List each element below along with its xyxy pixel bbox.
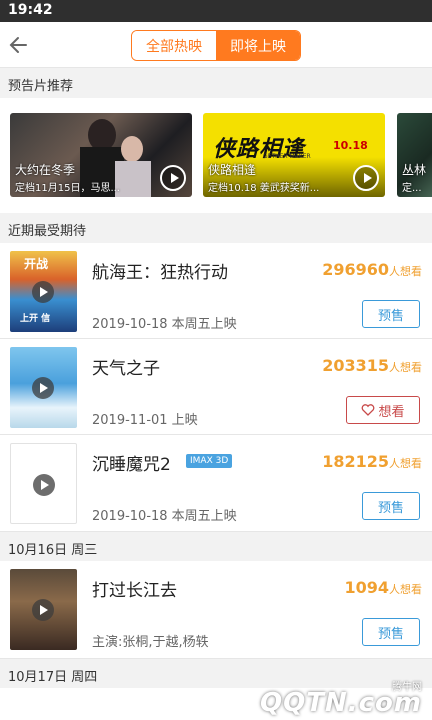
- watermark-logo: QQTN.com: [260, 688, 422, 718]
- presale-button[interactable]: 预售: [362, 492, 420, 520]
- want-count: 296960人想看: [322, 260, 422, 279]
- play-icon[interactable]: [353, 165, 379, 191]
- back-arrow-icon[interactable]: [6, 31, 34, 59]
- trailer-title: 大约在冬季: [15, 163, 76, 177]
- presale-button[interactable]: 预售: [362, 618, 420, 646]
- play-icon[interactable]: [160, 165, 186, 191]
- date-group-header: 10月16日 周三: [0, 533, 432, 561]
- movie-row[interactable]: 打过长江去 1094人想看 主演:张桐,于越,杨轶 预售: [0, 561, 432, 659]
- tab-now-showing[interactable]: 全部热映: [132, 31, 216, 60]
- watermark: 腾牛网 QQTN.com: [234, 678, 424, 718]
- want-to-see-label: 想看: [378, 404, 405, 420]
- section-title-trailers: 预告片推荐: [0, 68, 432, 98]
- movie-cast: 主演:张桐,于越,杨轶: [92, 635, 209, 650]
- play-icon[interactable]: [32, 377, 54, 399]
- trailer-card[interactable]: 侠路相逢 10.18 GETHER MAKER 侠路相逢 定档10.18 姜武获…: [203, 113, 385, 197]
- movie-title: 天气之子: [92, 359, 160, 379]
- trailer-card[interactable]: 大约在冬季 定档11月15日，马思...: [10, 113, 192, 197]
- poster-text: 开战: [24, 257, 49, 271]
- top-header: 全部热映 即将上映: [0, 22, 432, 68]
- want-count: 182125人想看: [322, 452, 422, 471]
- play-icon[interactable]: [33, 474, 55, 496]
- presale-button[interactable]: 预售: [362, 300, 420, 328]
- movie-tab-switch: 全部热映 即将上映: [131, 30, 301, 61]
- trailer-card[interactable]: 丛林 定...: [397, 113, 432, 197]
- trailer-subtitle: 定档10.18 姜武获奖新...: [208, 183, 320, 194]
- movie-title: 航海王：狂热行动: [92, 263, 228, 283]
- trailer-subtitle: 定档11月15日，马思...: [15, 183, 120, 194]
- movie-poster[interactable]: [10, 347, 77, 428]
- release-date: 2019-10-18 本周五上映: [92, 317, 237, 332]
- status-bar: 19:42: [0, 0, 432, 22]
- want-to-see-button[interactable]: 想看: [346, 396, 420, 424]
- play-icon[interactable]: [32, 281, 54, 303]
- movie-row[interactable]: 开战 上开 信 航海王：狂热行动 296960人想看 2019-10-18 本周…: [0, 243, 432, 339]
- tab-coming-soon[interactable]: 即将上映: [216, 31, 300, 60]
- want-count: 1094人想看: [344, 578, 422, 597]
- release-date: 2019-10-18 本周五上映: [92, 509, 237, 524]
- movie-title: 沉睡魔咒2: [92, 455, 171, 475]
- trailer-title: 丛林: [402, 163, 427, 177]
- poster-text: 上开 信: [20, 314, 51, 324]
- trailer-carousel[interactable]: 大约在冬季 定档11月15日，马思... 侠路相逢 10.18 GETHER M…: [0, 98, 432, 213]
- movie-row[interactable]: 沉睡魔咒2 IMAX 3D 182125人想看 2019-10-18 本周五上映…: [0, 435, 432, 532]
- trailer-title: 侠路相逢: [208, 163, 257, 177]
- movie-poster[interactable]: [10, 569, 77, 650]
- trailer-subtitle: 定...: [402, 183, 422, 194]
- section-title-anticipated: 近期最受期待: [0, 213, 432, 243]
- play-icon[interactable]: [32, 599, 54, 621]
- movie-title: 打过长江去: [92, 581, 177, 601]
- movie-row[interactable]: 天气之子 203315人想看 2019-11-01 上映 想看: [0, 339, 432, 435]
- movie-poster[interactable]: [10, 443, 77, 524]
- release-date: 2019-11-01 上映: [92, 413, 198, 428]
- trailer-poster-date: 10.18: [333, 139, 368, 152]
- status-time: 19:42: [8, 2, 53, 18]
- heart-icon: [362, 404, 375, 416]
- imax-3d-badge: IMAX 3D: [186, 454, 233, 468]
- movie-poster[interactable]: 开战 上开 信: [10, 251, 77, 332]
- want-count: 203315人想看: [322, 356, 422, 375]
